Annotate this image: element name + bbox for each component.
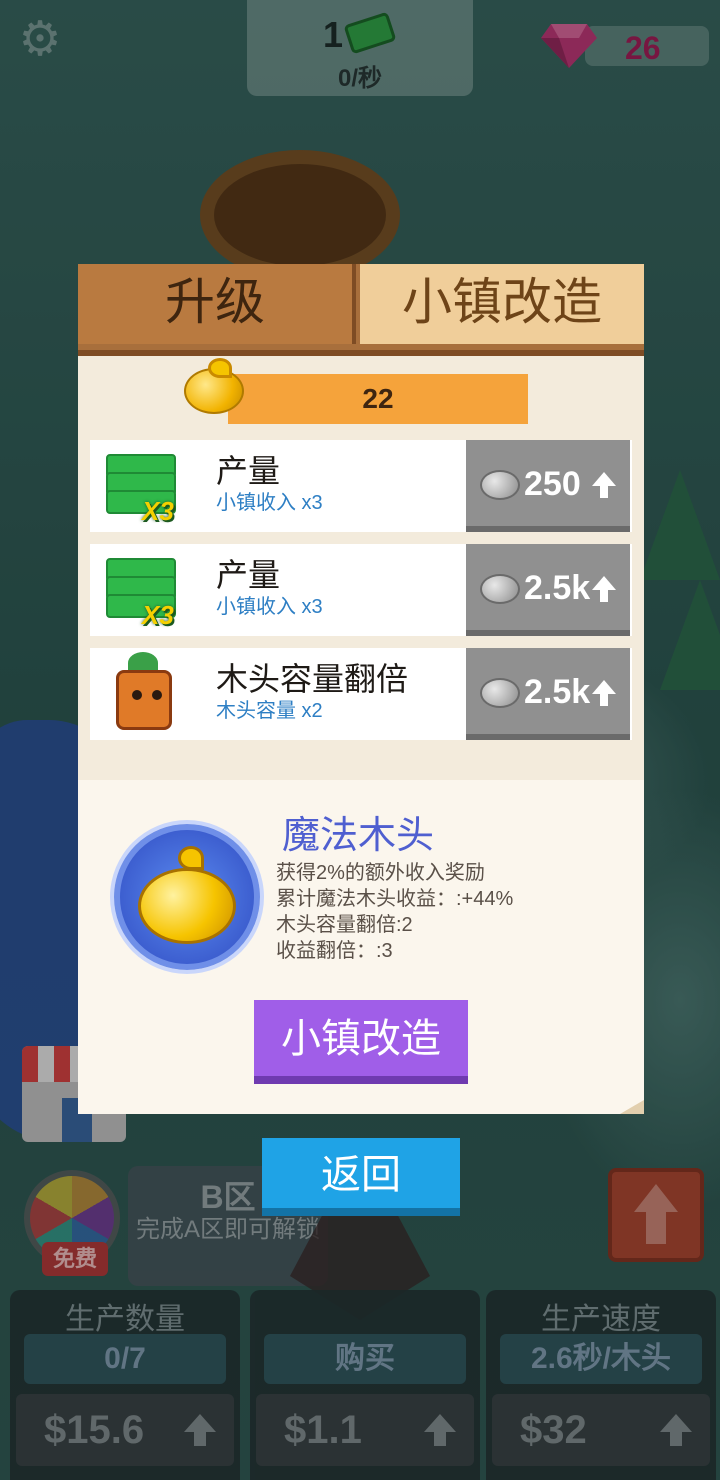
magic-info-line: 获得2%的额外收入奖励 [276, 862, 485, 884]
seed-icon [480, 678, 520, 708]
upgrade-row: X3 产量 小镇收入 x3 2.5k [90, 544, 632, 636]
upgrade-cost: 250 [524, 465, 581, 503]
upgrade-buy-button[interactable]: 2.5k [466, 544, 630, 636]
upgrade-buy-button[interactable]: 2.5k [466, 648, 630, 740]
magic-wood-title: 魔法木头 [282, 815, 435, 857]
magic-wood-counter: 22 [228, 374, 528, 424]
seed-icon [480, 470, 520, 500]
magic-wood-medal-icon [114, 824, 260, 970]
wood-character-icon [102, 652, 186, 736]
upgrade-cost: 2.5k [524, 569, 591, 607]
upgrade-cost: 2.5k [524, 673, 591, 711]
tab-town-reform[interactable]: 小镇改造 [360, 264, 644, 344]
page-curl [620, 1100, 644, 1114]
magic-info-line: 收益翻倍：:3 [276, 940, 393, 962]
upgrade-row: 木头容量翻倍 木头容量 x2 2.5k [90, 648, 632, 740]
town-reform-modal: 升级 小镇改造 22 X3 产量 小镇收入 x3 250 X3 产量 小镇收入 … [78, 264, 644, 1114]
town-reform-button[interactable]: 小镇改造 [254, 1000, 468, 1084]
upgrade-row: X3 产量 小镇收入 x3 250 [90, 440, 632, 532]
modal-panel: 22 X3 产量 小镇收入 x3 250 X3 产量 小镇收入 x3 2.5k … [78, 356, 644, 1114]
seed-icon [480, 574, 520, 604]
cash-x3-icon: X3 [102, 444, 186, 528]
up-arrow-icon [592, 576, 616, 602]
upgrades-section: 22 X3 产量 小镇收入 x3 250 X3 产量 小镇收入 x3 2.5k … [78, 356, 644, 780]
up-arrow-icon [592, 680, 616, 706]
upgrade-subtitle: 小镇收入 x3 [216, 596, 323, 618]
upgrade-subtitle: 小镇收入 x3 [216, 492, 323, 514]
magic-seed-icon [184, 358, 244, 414]
upgrade-buy-button[interactable]: 250 [466, 440, 630, 532]
back-button[interactable]: 返回 [262, 1138, 460, 1216]
modal-tab-bar: 升级 小镇改造 [78, 264, 644, 356]
tab-upgrade[interactable]: 升级 [78, 264, 356, 344]
magic-info-line: 累计魔法木头收益：:+44% [276, 888, 514, 910]
magic-info-line: 木头容量翻倍:2 [276, 914, 413, 936]
up-arrow-icon [592, 472, 616, 498]
cash-x3-icon: X3 [102, 548, 186, 632]
upgrade-subtitle: 木头容量 x2 [216, 700, 323, 722]
